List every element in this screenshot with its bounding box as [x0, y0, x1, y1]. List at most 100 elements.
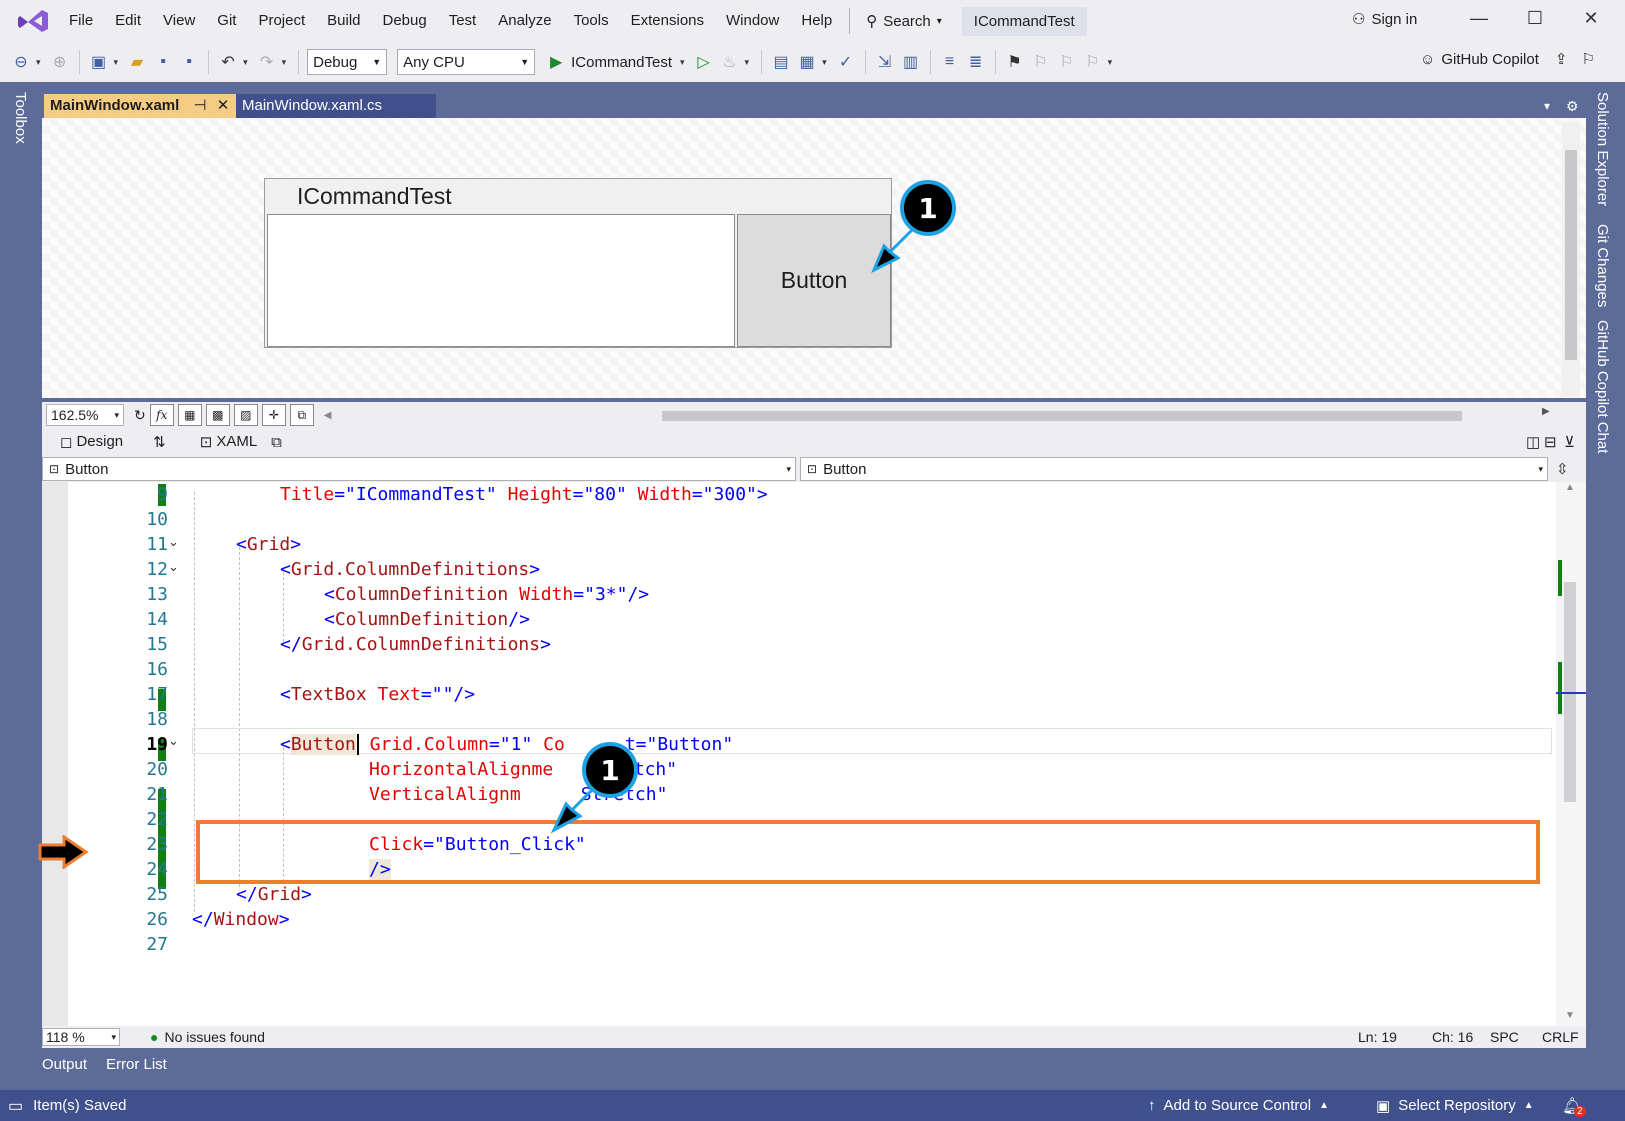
element-selector-left[interactable]: ⊡ Button ▾ — [42, 457, 796, 481]
menu-edit[interactable]: Edit — [104, 0, 152, 42]
open-folder-icon[interactable]: ▰ — [126, 51, 148, 73]
hot-reload-dropdown-icon[interactable]: ▾ — [745, 57, 750, 68]
menu-help[interactable]: Help — [790, 0, 843, 42]
select-repository-button[interactable]: ▣ Select Repository ▲ — [1376, 1097, 1534, 1115]
grid-icon[interactable]: ▦ — [177, 404, 202, 426]
start-without-debug-icon[interactable]: ▷ — [693, 51, 715, 73]
hot-reload-icon[interactable]: ♨ — [719, 51, 741, 73]
swap-panes-icon[interactable]: ⇅ — [153, 433, 166, 451]
undo-icon[interactable]: ↶ — [217, 51, 239, 73]
scroll-right-icon[interactable]: ▶ — [1542, 406, 1550, 417]
solution-explorer-tab[interactable]: Solution Explorer — [1594, 92, 1611, 206]
next-bookmark-icon[interactable]: ⚐ — [1056, 51, 1078, 73]
new-dropdown-icon[interactable]: ▾ — [114, 57, 119, 68]
menu-window[interactable]: Window — [715, 0, 790, 42]
snap-grid-icon[interactable]: ▩ — [205, 404, 230, 426]
issues-status[interactable]: No issues found — [164, 1029, 264, 1045]
new-project-icon[interactable]: ▣ — [88, 51, 110, 73]
add-to-source-control-button[interactable]: ↑ Add to Source Control ▲ — [1148, 1097, 1329, 1114]
git-changes-tab[interactable]: Git Changes — [1594, 224, 1611, 307]
textbox-preview[interactable] — [267, 214, 735, 347]
xaml-code-editor[interactable]: ⌄ ⌄ ⌄ 9 Title="ICommandTest" Height="80"… — [42, 482, 1586, 1026]
artboard-icon[interactable]: ▨ — [233, 404, 258, 426]
menu-git[interactable]: Git — [206, 0, 247, 42]
sign-in-button[interactable]: ⚇ Sign in — [1352, 10, 1417, 29]
platform-select[interactable]: Any CPU ▼ — [397, 49, 536, 75]
scroll-down-icon[interactable]: ▼ — [1565, 1010, 1575, 1021]
menu-tools[interactable]: Tools — [563, 0, 620, 42]
element-selector-right[interactable]: ⊡ Button ▾ — [800, 457, 1548, 481]
editor-vertical-scrollbar[interactable]: ▲ ▼ — [1556, 482, 1586, 1026]
pin-icon[interactable]: ⊣ — [194, 97, 207, 114]
project-code-icon[interactable]: ⧉ — [289, 404, 314, 426]
menu-file[interactable]: File — [58, 0, 104, 42]
popout-icon[interactable]: ⧉ — [271, 434, 282, 451]
collapse-pane-icon[interactable]: ⊻ — [1564, 433, 1575, 451]
layout-dropdown-icon[interactable]: ▾ — [822, 57, 827, 68]
clear-bookmarks-icon[interactable]: ⚐ — [1082, 51, 1104, 73]
tab-mainwindow-xaml-cs[interactable]: MainWindow.xaml.cs — [236, 94, 436, 118]
menu-debug[interactable]: Debug — [372, 0, 438, 42]
whitespace-indicator[interactable]: SPC — [1490, 1029, 1519, 1045]
close-icon[interactable]: ✕ — [1576, 8, 1606, 29]
split-editor-icon[interactable]: ⇳ — [1556, 460, 1569, 478]
scroll-up-icon[interactable]: ▲ — [1565, 482, 1575, 493]
snap-lines-icon[interactable]: ✛ — [261, 404, 286, 426]
start-debug-icon[interactable]: ▶ — [545, 51, 567, 73]
line-ending-indicator[interactable]: CRLF — [1542, 1029, 1579, 1045]
undo-dropdown-icon[interactable]: ▾ — [243, 57, 248, 68]
fx-button[interactable]: fx — [149, 404, 174, 426]
editor-zoom-select[interactable]: 118 % ▾ — [42, 1028, 120, 1046]
configuration-select[interactable]: Debug ▼ — [307, 49, 388, 75]
menu-analyze[interactable]: Analyze — [487, 0, 562, 42]
menu-build[interactable]: Build — [316, 0, 371, 42]
back-icon[interactable]: ⊖ — [10, 51, 32, 73]
feedback-icon[interactable]: ⚐ — [1581, 50, 1594, 68]
copilot-button[interactable]: ☺ GitHub Copilot ⇪ ⚐ — [1420, 50, 1595, 69]
indent-icon[interactable]: ≡ — [939, 51, 961, 73]
settings-gear-icon[interactable]: ⚙ — [1566, 94, 1579, 118]
copilot-chat-tab[interactable]: GitHub Copilot Chat — [1594, 320, 1611, 453]
designer-horizontal-scrollbar[interactable] — [662, 411, 1462, 421]
tab-mainwindow-xaml[interactable]: MainWindow.xaml ⊣ ✕ — [44, 94, 236, 118]
forward-icon[interactable]: ⊕ — [49, 51, 71, 73]
columns-icon[interactable]: ▥ — [900, 51, 922, 73]
close-tab-icon[interactable]: ✕ — [217, 97, 230, 114]
tab-list-icon[interactable]: ▾ — [1544, 94, 1550, 118]
designer-zoom-select[interactable]: 162.5% ▾ — [46, 404, 124, 426]
vertical-split-icon[interactable]: ◫ — [1526, 433, 1540, 451]
step-icon[interactable]: ⇲ — [874, 51, 896, 73]
redo-icon[interactable]: ↷ — [256, 51, 278, 73]
menu-view[interactable]: View — [152, 0, 206, 42]
prev-bookmark-icon[interactable]: ⚐ — [1030, 51, 1052, 73]
back-dropdown-icon[interactable]: ▾ — [36, 57, 41, 68]
menu-test[interactable]: Test — [438, 0, 488, 42]
browse-icon[interactable]: ▤ — [770, 51, 792, 73]
refresh-icon[interactable]: ↻ — [134, 407, 146, 424]
spell-check-icon[interactable]: ✓ — [835, 51, 857, 73]
output-tab[interactable]: Output — [42, 1056, 87, 1073]
minimize-icon[interactable]: — — [1464, 8, 1494, 29]
menu-extensions[interactable]: Extensions — [620, 0, 715, 42]
menu-project[interactable]: Project — [247, 0, 316, 42]
share-icon[interactable]: ⇪ — [1555, 50, 1568, 68]
bookmark-icon[interactable]: ⚑ — [1004, 51, 1026, 73]
layout-icon[interactable]: ▦ — [796, 51, 818, 73]
horizontal-split-icon[interactable]: ⊟ — [1544, 433, 1557, 451]
xaml-tab[interactable]: ⊡ XAML — [200, 433, 257, 451]
start-target-button[interactable]: ICommandTest — [571, 54, 672, 71]
toolbar-overflow-icon[interactable]: ▾ — [1108, 57, 1113, 68]
toolbox-tab[interactable]: Toolbox — [12, 92, 29, 144]
search-box[interactable]: ⚲ Search ▾ — [856, 12, 952, 31]
error-list-tab[interactable]: Error List — [106, 1056, 167, 1073]
designer-vertical-scrollbar[interactable] — [1562, 122, 1580, 397]
redo-dropdown-icon[interactable]: ▾ — [282, 57, 287, 68]
maximize-icon[interactable]: ☐ — [1520, 8, 1550, 29]
scroll-left-icon[interactable]: ◀ — [324, 410, 332, 421]
design-tab[interactable]: ◻ Design — [60, 433, 123, 451]
save-all-icon[interactable]: ▪ — [178, 51, 200, 73]
save-icon[interactable]: ▪ — [152, 51, 174, 73]
comment-icon[interactable]: ≣ — [965, 51, 987, 73]
start-dropdown-icon[interactable]: ▾ — [680, 57, 685, 68]
scroll-thumb[interactable] — [1565, 150, 1577, 360]
